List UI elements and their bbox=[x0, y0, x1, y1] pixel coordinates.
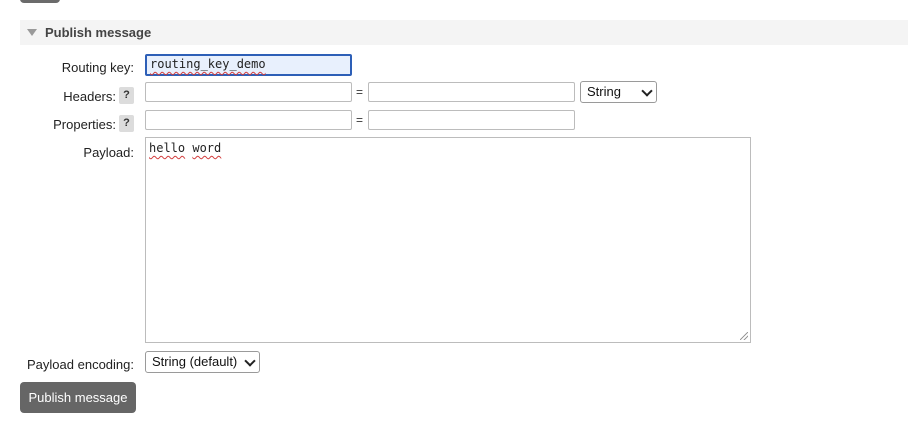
collapse-triangle-icon bbox=[27, 29, 37, 36]
payload-textarea[interactable]: hello word bbox=[145, 137, 751, 343]
payload-encoding-label: Payload encoding: bbox=[27, 357, 134, 372]
resize-handle-icon[interactable] bbox=[740, 332, 748, 340]
headers-equals: = bbox=[356, 85, 364, 99]
headers-key-input[interactable] bbox=[145, 82, 352, 102]
payload-encoding-selected: String (default) bbox=[152, 354, 238, 369]
headers-help-icon[interactable]: ? bbox=[119, 87, 134, 104]
routing-key-value: routing_key_demo bbox=[150, 57, 266, 71]
publish-message-button[interactable]: Publish message bbox=[20, 382, 136, 413]
properties-label: Properties: bbox=[53, 117, 116, 132]
section-title: Publish message bbox=[45, 25, 152, 40]
headers-type-selected: String bbox=[587, 84, 621, 99]
chevron-down-icon bbox=[641, 85, 653, 97]
payload-word-2: word bbox=[192, 141, 222, 155]
publish-message-section-header[interactable]: Publish message bbox=[20, 20, 908, 45]
properties-equals: = bbox=[356, 113, 364, 127]
payload-label: Payload: bbox=[83, 145, 134, 160]
chevron-down-icon bbox=[244, 355, 256, 367]
payload-encoding-select[interactable]: String (default) bbox=[145, 351, 260, 373]
headers-value-input[interactable] bbox=[368, 82, 575, 102]
properties-value-input[interactable] bbox=[368, 110, 575, 130]
headers-type-select[interactable]: String bbox=[580, 81, 657, 103]
routing-key-label: Routing key: bbox=[61, 60, 134, 75]
routing-key-input[interactable]: routing_key_demo bbox=[145, 54, 352, 76]
previous-section-button[interactable] bbox=[20, 0, 60, 3]
properties-help-icon[interactable]: ? bbox=[119, 115, 134, 132]
headers-label: Headers: bbox=[63, 89, 116, 104]
properties-key-input[interactable] bbox=[145, 110, 352, 130]
payload-word-1: hello bbox=[149, 141, 186, 155]
